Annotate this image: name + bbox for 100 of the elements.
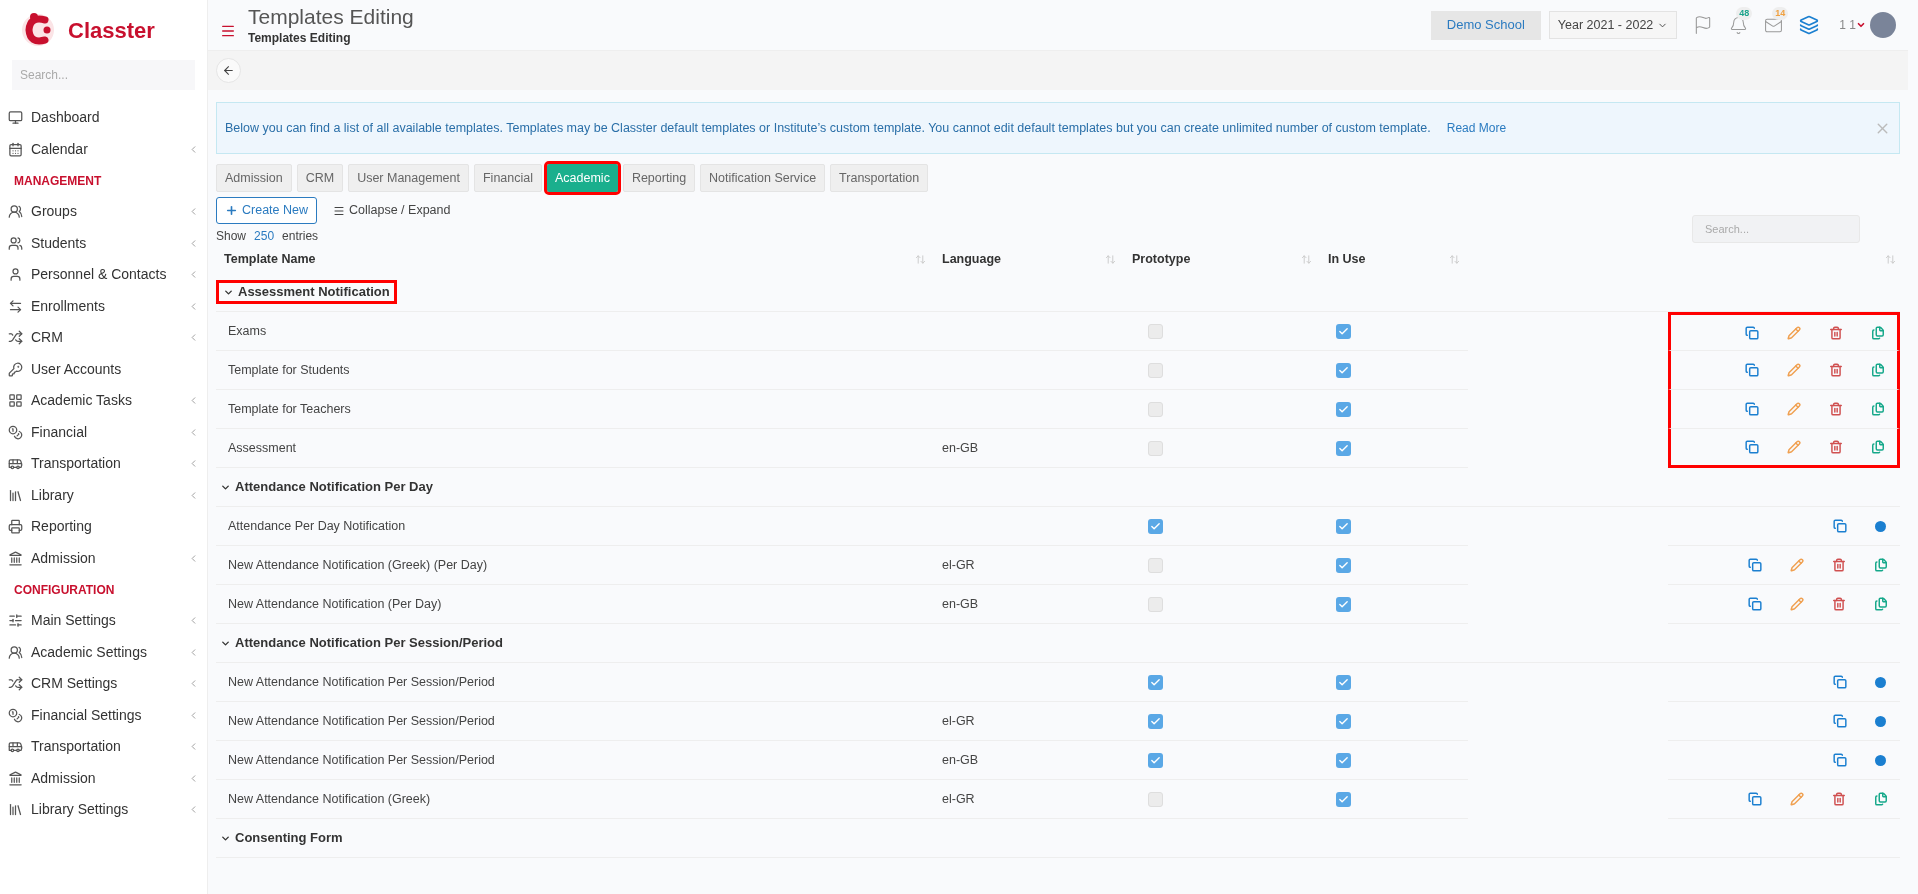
sidebar-item[interactable]: User Accounts [0,353,207,385]
sort-icon[interactable] [1301,253,1312,265]
checked-checkbox[interactable] [1336,362,1351,378]
sidebar-item[interactable]: Calendar [0,133,207,165]
sidebar-item[interactable]: Personnel & Contacts [0,259,207,291]
delete-icon[interactable] [1829,325,1843,340]
tab[interactable]: Financial [473,164,542,192]
sidebar-item[interactable]: CRM Settings [0,668,207,700]
checked-checkbox[interactable] [1148,752,1163,768]
group-row[interactable]: Consenting Form [216,826,347,850]
checked-checkbox[interactable] [1336,674,1351,690]
tab[interactable]: Reporting [622,164,696,192]
sidebar-item[interactable]: Financial [0,416,207,448]
copy-icon[interactable] [1745,402,1759,416]
column-header[interactable]: In Use [1328,249,1449,269]
copy-icon[interactable] [1745,363,1759,377]
layers-icon[interactable] [1799,15,1820,35]
sidebar-item[interactable]: Main Settings [0,605,207,637]
edit-icon[interactable] [1790,558,1804,572]
sidebar-item[interactable]: Dashboard [0,102,207,134]
sidebar-item[interactable]: Library [0,479,207,511]
create-new-button[interactable]: Create New [216,197,317,224]
school-button[interactable]: Demo School [1430,10,1541,40]
delete-icon[interactable] [1829,402,1843,416]
caret-icon[interactable] [1856,20,1866,30]
sidebar-item[interactable]: Financial Settings [0,699,207,731]
back-button[interactable] [216,58,241,83]
checked-checkbox[interactable] [1336,518,1351,534]
duplicate-icon[interactable] [1871,325,1885,340]
entries-select[interactable]: 250 [254,227,275,245]
read-more-link[interactable]: Read More [1446,119,1507,137]
checked-checkbox[interactable] [1336,596,1351,612]
copy-icon[interactable] [1745,440,1759,454]
sidebar-item[interactable]: Enrollments [0,290,207,322]
avatar[interactable] [1870,12,1896,38]
checked-checkbox[interactable] [1336,752,1351,768]
group-row[interactable]: Attendance Notification Per Day [216,475,437,499]
sidebar-item[interactable]: Library Settings [0,794,207,826]
sidebar-item[interactable]: Academic Tasks [0,385,207,417]
sidebar-item[interactable]: Transportation [0,731,207,763]
bell-icon[interactable] [1729,15,1749,35]
delete-icon[interactable] [1829,363,1843,377]
tab[interactable]: Admission [216,164,292,192]
delete-icon[interactable] [1832,597,1846,611]
copy-icon[interactable] [1745,325,1759,340]
sort-icon[interactable] [1449,253,1460,265]
sidebar-item[interactable]: CRM [0,322,207,354]
checked-checkbox[interactable] [1148,674,1163,690]
checked-checkbox[interactable] [1336,713,1351,729]
edit-icon[interactable] [1787,402,1801,416]
column-header[interactable]: Prototype [1132,249,1301,269]
edit-icon[interactable] [1790,597,1804,611]
delete-icon[interactable] [1832,792,1846,806]
checked-checkbox[interactable] [1336,440,1351,456]
duplicate-icon[interactable] [1871,440,1885,454]
sidebar-item[interactable]: Reporting [0,511,207,543]
sort-icon[interactable] [1105,253,1116,265]
copy-icon[interactable] [1833,753,1847,767]
edit-icon[interactable] [1787,325,1801,340]
sidebar-item[interactable]: Students [0,227,207,259]
tab[interactable]: Transportation [830,164,929,192]
checked-checkbox[interactable] [1148,713,1163,729]
group-row[interactable]: Attendance Notification Per Session/Period [216,631,507,655]
sort-icon[interactable] [915,253,926,265]
column-header[interactable]: Template Name [224,249,915,269]
sidebar-item[interactable]: Groups [0,196,207,228]
copy-icon[interactable] [1833,519,1847,533]
tab[interactable]: User Management [348,164,469,192]
copy-icon[interactable] [1833,714,1847,728]
table-search-field[interactable]: Search... [1692,215,1860,243]
year-select[interactable]: Year 2021 - 2022 [1548,11,1678,39]
column-header[interactable]: Language [942,249,1105,269]
duplicate-icon[interactable] [1874,558,1888,572]
edit-icon[interactable] [1787,363,1801,377]
edit-icon[interactable] [1790,792,1804,806]
duplicate-icon[interactable] [1871,402,1885,416]
delete-icon[interactable] [1832,558,1846,572]
search-field[interactable]: Search... [12,60,195,90]
sidebar-item[interactable]: Admission [0,542,207,574]
checked-checkbox[interactable] [1336,791,1351,807]
copy-icon[interactable] [1748,792,1762,806]
duplicate-icon[interactable] [1874,792,1888,806]
copy-icon[interactable] [1833,675,1847,689]
checked-checkbox[interactable] [1336,557,1351,573]
copy-icon[interactable] [1748,558,1762,572]
delete-icon[interactable] [1829,440,1843,454]
sidebar-item[interactable]: Transportation [0,448,207,480]
edit-icon[interactable] [1787,440,1801,454]
checked-checkbox[interactable] [1336,401,1351,417]
tab[interactable]: Notification Service [700,164,826,192]
group-row[interactable]: Assessment Notification [216,280,397,304]
checked-checkbox[interactable] [1148,518,1163,534]
duplicate-icon[interactable] [1874,597,1888,611]
collapse-expand-button[interactable]: Collapse / Expand [333,201,451,220]
sidebar-item[interactable]: Admission [0,762,207,794]
copy-icon[interactable] [1748,597,1762,611]
sort-icon[interactable] [1885,253,1896,265]
duplicate-icon[interactable] [1871,363,1885,377]
checked-checkbox[interactable] [1336,323,1351,339]
sidebar-item[interactable]: Academic Settings [0,636,207,668]
